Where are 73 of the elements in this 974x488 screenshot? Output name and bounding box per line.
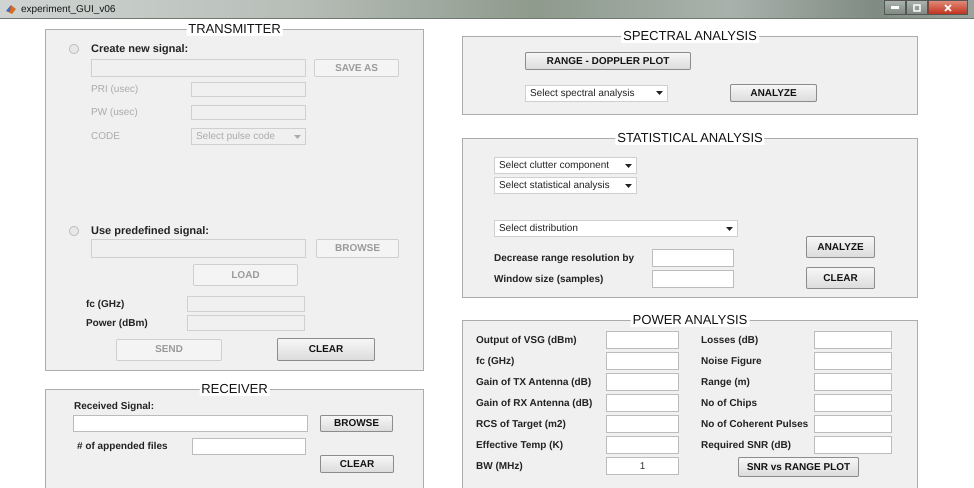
text-field[interactable] bbox=[814, 352, 892, 370]
radio-button[interactable] bbox=[69, 44, 79, 54]
dropdown[interactable]: Select distribution bbox=[494, 220, 738, 237]
text-field[interactable] bbox=[814, 373, 892, 391]
text-field[interactable] bbox=[652, 249, 734, 267]
snr-range-plot-button[interactable]: SNR vs RANGE PLOT bbox=[738, 457, 859, 477]
text-field[interactable] bbox=[192, 438, 306, 455]
field-label: PW (usec) bbox=[91, 107, 139, 118]
field-label: No of Chips bbox=[701, 398, 758, 408]
text-field[interactable] bbox=[814, 331, 892, 349]
field-label: Output of VSG (dBm) bbox=[476, 334, 578, 346]
field-label: Effective Temp (K) bbox=[476, 440, 564, 450]
dropdown[interactable]: Select clutter component bbox=[494, 157, 637, 174]
dropdown-arrow-icon bbox=[625, 164, 632, 168]
text-field[interactable] bbox=[814, 415, 892, 433]
text-field[interactable] bbox=[606, 394, 679, 412]
field-label: fc (GHz) bbox=[476, 356, 516, 366]
field-label: fc (GHz) bbox=[86, 298, 126, 310]
field-label: Losses (dB) bbox=[701, 334, 760, 346]
dropdown[interactable]: Select spectral analysis bbox=[525, 84, 668, 102]
dropdown[interactable]: Select statistical analysis bbox=[494, 177, 637, 194]
field-label: Required SNR (dB) bbox=[701, 440, 792, 450]
minimize-icon bbox=[891, 6, 899, 9]
field-label: Gain of TX Antenna (dB) bbox=[476, 376, 592, 388]
field-label: # of appended files bbox=[77, 441, 169, 452]
field-label: Power (dBm) bbox=[86, 318, 149, 328]
dropdown-arrow-icon bbox=[656, 91, 663, 95]
field-label: PRI (usec) bbox=[91, 84, 140, 95]
maximize-button[interactable] bbox=[906, 0, 928, 15]
dropdown-arrow-icon bbox=[625, 184, 632, 188]
clear-button[interactable]: CLEAR bbox=[277, 338, 375, 361]
field-label: BW (MHz) bbox=[476, 460, 524, 472]
text-field[interactable] bbox=[73, 415, 308, 432]
maximize-icon bbox=[913, 4, 921, 12]
clear-button[interactable]: CLEAR bbox=[320, 455, 394, 473]
minimize-button[interactable] bbox=[884, 0, 906, 15]
text-field[interactable]: 1 bbox=[606, 457, 679, 475]
field-label: Received Signal: bbox=[74, 401, 156, 412]
window-title: experiment_GUI_v06 bbox=[21, 4, 116, 14]
radio-label: Use predefined signal: bbox=[91, 225, 209, 237]
field-label: No of Coherent Pulses bbox=[701, 418, 810, 430]
text-field[interactable] bbox=[606, 331, 679, 349]
text-field[interactable] bbox=[606, 436, 679, 454]
field-label: Window size (samples) bbox=[494, 274, 604, 284]
analyze-button[interactable]: ANALYZE bbox=[730, 84, 817, 102]
radio-button[interactable] bbox=[69, 226, 79, 236]
text-field[interactable] bbox=[652, 270, 734, 288]
dropdown-arrow-icon bbox=[726, 226, 733, 230]
text-field[interactable] bbox=[606, 352, 679, 370]
clear-button[interactable]: CLEAR bbox=[806, 267, 875, 289]
panel-title: POWER ANALYSIS bbox=[630, 312, 750, 327]
field-label: Range (m) bbox=[701, 376, 751, 388]
range-doppler-plot-button[interactable]: RANGE - DOPPLER PLOT bbox=[525, 52, 691, 70]
text-field[interactable] bbox=[814, 394, 892, 412]
text-field[interactable] bbox=[606, 415, 679, 433]
field-label: Noise Figure bbox=[701, 356, 763, 366]
field-label: CODE bbox=[91, 131, 121, 142]
text-field[interactable] bbox=[814, 436, 892, 454]
text-field[interactable] bbox=[606, 373, 679, 391]
panel-title: TRANSMITTER bbox=[186, 21, 283, 36]
app-icon bbox=[5, 3, 17, 15]
close-icon bbox=[944, 4, 952, 12]
radio-label: Create new signal: bbox=[91, 43, 188, 55]
field-label: Decrease range resolution by bbox=[494, 252, 636, 264]
browse-button[interactable]: BROWSE bbox=[320, 415, 393, 432]
close-button[interactable] bbox=[928, 0, 968, 15]
analyze-button[interactable]: ANALYZE bbox=[806, 236, 875, 258]
field-label: RCS of Target (m2) bbox=[476, 418, 567, 430]
dropdown-arrow-icon bbox=[294, 134, 301, 138]
panel-title: RECEIVER bbox=[199, 381, 270, 396]
panel-title: STATISTICAL ANALYSIS bbox=[615, 130, 765, 145]
panel-title: SPECTRAL ANALYSIS bbox=[621, 28, 759, 43]
field-label: Gain of RX Antenna (dB) bbox=[476, 398, 594, 408]
